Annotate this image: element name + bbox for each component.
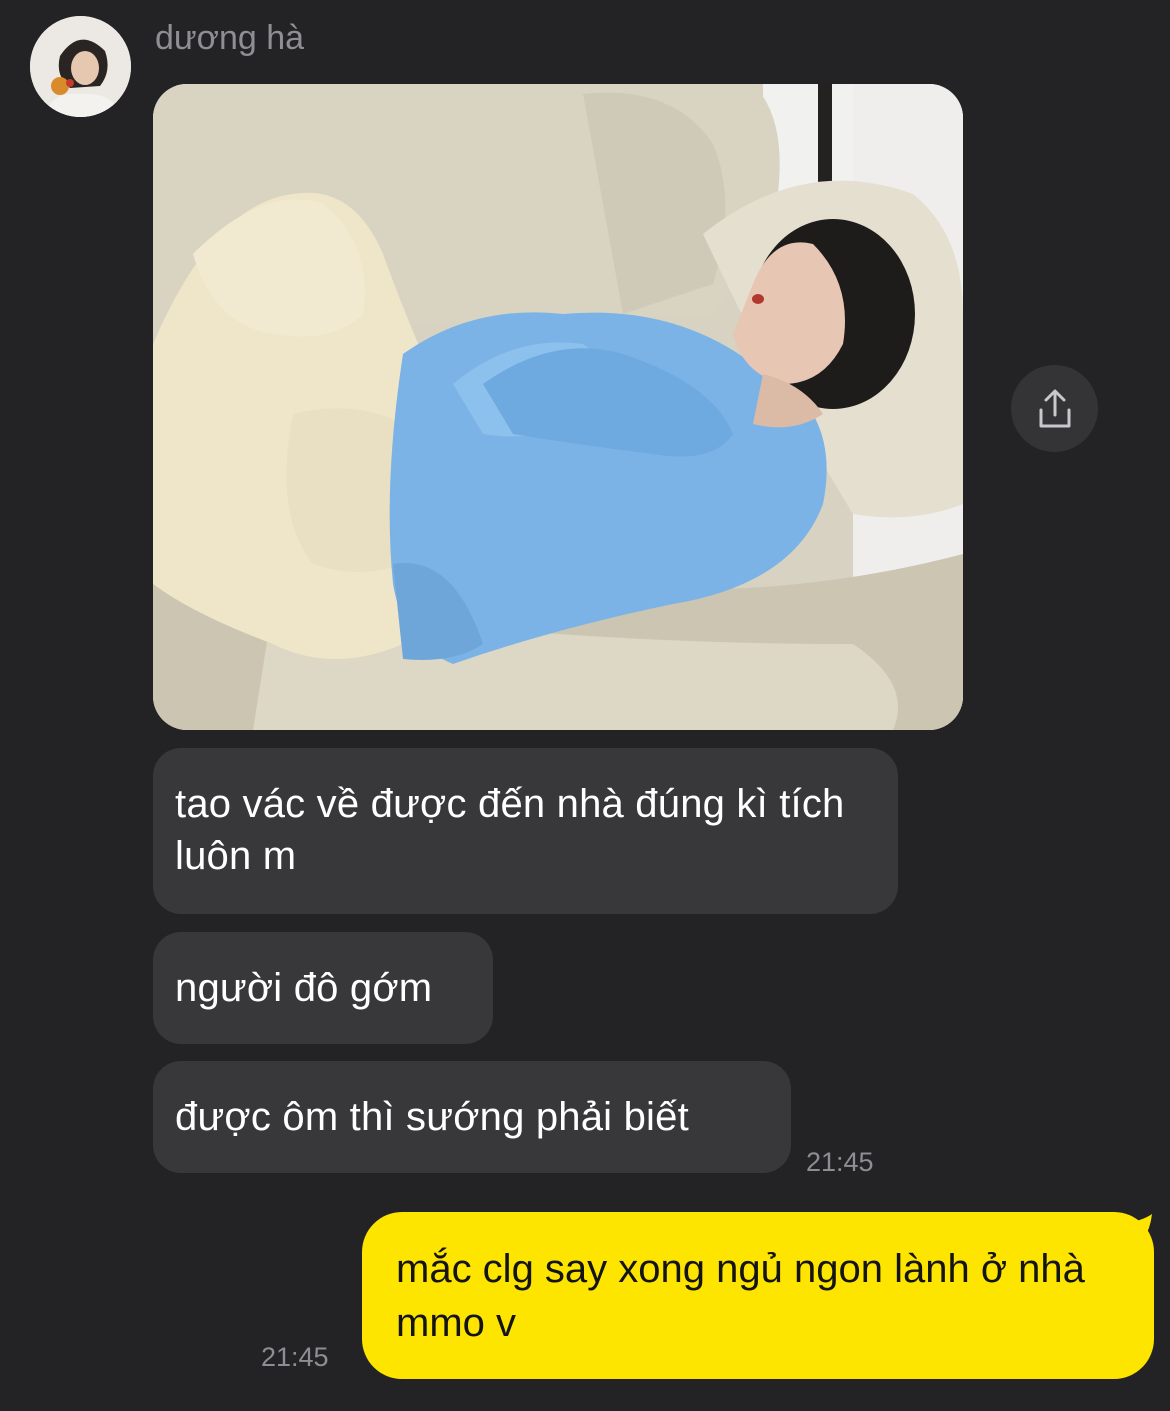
incoming-message[interactable]: tao vác về được đến nhà đúng kì tích luô… [153, 748, 898, 914]
photo-message[interactable] [153, 84, 963, 730]
message-text: được ôm thì sướng phải biết [175, 1095, 689, 1139]
incoming-message[interactable]: người đô gớm [153, 932, 493, 1044]
avatar[interactable] [30, 16, 131, 117]
message-timestamp: 21:45 [806, 1147, 874, 1177]
share-button[interactable] [1011, 365, 1098, 452]
message-timestamp: 21:45 [261, 1342, 329, 1372]
chat-screen: dương hà tao vác về được đến nhà đúng kì… [0, 0, 1170, 1411]
message-text: tao vác về được đến nhà đúng kì tích luô… [175, 782, 845, 878]
message-text: mắc clg say xong ngủ ngon lành ở nhà mmo… [396, 1247, 1085, 1345]
incoming-message[interactable]: được ôm thì sướng phải biết [153, 1061, 791, 1173]
photo-image [153, 84, 963, 730]
outgoing-message[interactable]: mắc clg say xong ngủ ngon lành ở nhà mmo… [362, 1212, 1154, 1379]
message-text: người đô gớm [175, 966, 433, 1010]
sender-name: dương hà [155, 19, 305, 57]
share-icon [1039, 389, 1070, 427]
avatar-image [30, 16, 131, 117]
